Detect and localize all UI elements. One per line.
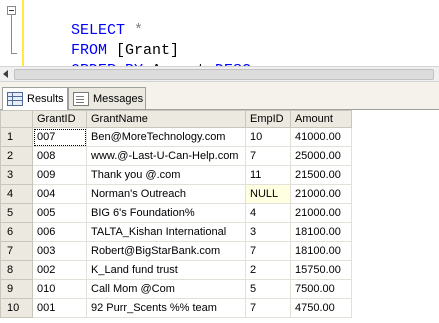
- cell-grantid[interactable]: 002: [32, 260, 87, 280]
- cell-grantname[interactable]: 92 Purr_Scents %% team: [86, 298, 246, 318]
- cell-grantid[interactable]: 001: [32, 298, 87, 318]
- cell-grantid[interactable]: 003: [32, 241, 87, 261]
- cell-grantid[interactable]: 007: [32, 127, 87, 147]
- cell-amount[interactable]: 4750.00: [290, 298, 352, 318]
- results-tabstrip: Results Messages: [0, 82, 439, 110]
- results-grid[interactable]: GrantID GrantName EmpID Amount 1 007 Ben…: [0, 110, 439, 323]
- editor-horizontal-scrollbar[interactable]: [0, 66, 439, 82]
- cell-grantname[interactable]: Norman's Outreach: [86, 184, 246, 204]
- cell-grantid[interactable]: 006: [32, 222, 87, 242]
- messages-icon: [73, 91, 89, 106]
- sql-editor[interactable]: SELECT * FROM [Grant] ORDER BY Amount DE…: [0, 0, 439, 79]
- change-margin-bar: [22, 0, 24, 66]
- cell-grantname[interactable]: K_Land fund trust: [86, 260, 246, 280]
- cell-grantname[interactable]: Robert@BigStarBank.com: [86, 241, 246, 261]
- row-number[interactable]: 9: [0, 279, 33, 299]
- column-header-empid[interactable]: EmpID: [245, 110, 291, 128]
- scrollbar-thumb[interactable]: [14, 69, 434, 80]
- row-number[interactable]: 2: [0, 146, 33, 166]
- cell-amount[interactable]: 41000.00: [290, 127, 352, 147]
- column-header-grantid[interactable]: GrantID: [32, 110, 87, 128]
- cell-amount[interactable]: 7500.00: [290, 279, 352, 299]
- table-row[interactable]: 5 005 BIG 6's Foundation% 4 21000.00: [0, 203, 352, 223]
- cell-grantname[interactable]: Ben@MoreTechnology.com: [86, 127, 246, 147]
- cell-empid-null[interactable]: NULL: [245, 184, 291, 204]
- row-number[interactable]: 1: [0, 127, 33, 147]
- header-row: GrantID GrantName EmpID Amount: [0, 110, 352, 128]
- outline-line: [11, 15, 12, 53]
- grid-icon: [7, 92, 23, 106]
- cell-amount[interactable]: 25000.00: [290, 146, 352, 166]
- table-row[interactable]: 7 003 Robert@BigStarBank.com 7 18100.00: [0, 241, 352, 261]
- cell-amount[interactable]: 15750.00: [290, 260, 352, 280]
- table-row[interactable]: 1 007 Ben@MoreTechnology.com 10 41000.00: [0, 127, 352, 147]
- tab-results-label: Results: [27, 93, 64, 105]
- cell-grantname[interactable]: TALTA_Kishan International: [86, 222, 246, 242]
- row-number[interactable]: 5: [0, 203, 33, 223]
- cell-amount[interactable]: 18100.00: [290, 241, 352, 261]
- cell-grantname[interactable]: Thank you @.com: [86, 165, 246, 185]
- cell-empid[interactable]: 7: [245, 298, 291, 318]
- cell-empid[interactable]: 7: [245, 241, 291, 261]
- cell-grantname[interactable]: www.@-Last-U-Can-Help.com: [86, 146, 246, 166]
- cell-grantid[interactable]: 005: [32, 203, 87, 223]
- scroll-left-arrow-icon[interactable]: [3, 70, 8, 78]
- corner-header[interactable]: [0, 110, 33, 128]
- cell-grantname[interactable]: Call Mom @Com: [86, 279, 246, 299]
- cell-grantid[interactable]: 008: [32, 146, 87, 166]
- table-row[interactable]: 4 004 Norman's Outreach NULL 21000.00: [0, 184, 352, 204]
- cell-grantid[interactable]: 009: [32, 165, 87, 185]
- column-header-amount[interactable]: Amount: [290, 110, 352, 128]
- tab-results[interactable]: Results: [2, 87, 68, 110]
- collapse-region-icon[interactable]: [7, 6, 16, 15]
- outline-end: [11, 53, 17, 54]
- row-number[interactable]: 4: [0, 184, 33, 204]
- cell-empid[interactable]: 11: [245, 165, 291, 185]
- tab-messages[interactable]: Messages: [68, 87, 146, 109]
- row-number[interactable]: 10: [0, 298, 33, 318]
- tab-messages-label: Messages: [93, 92, 144, 105]
- row-number[interactable]: 6: [0, 222, 33, 242]
- table-row[interactable]: 2 008 www.@-Last-U-Can-Help.com 7 25000.…: [0, 146, 352, 166]
- column-header-grantname[interactable]: GrantName: [86, 110, 246, 128]
- cell-grantid[interactable]: 004: [32, 184, 87, 204]
- cell-amount[interactable]: 18100.00: [290, 222, 352, 242]
- row-number[interactable]: 3: [0, 165, 33, 185]
- cell-empid[interactable]: 4: [245, 203, 291, 223]
- cell-empid[interactable]: 10: [245, 127, 291, 147]
- row-number[interactable]: 7: [0, 241, 33, 261]
- table-row[interactable]: 10 001 92 Purr_Scents %% team 7 4750.00: [0, 298, 352, 318]
- table-row[interactable]: 9 010 Call Mom @Com 5 7500.00: [0, 279, 352, 299]
- row-number[interactable]: 8: [0, 260, 33, 280]
- cell-grantid[interactable]: 010: [32, 279, 87, 299]
- cell-amount[interactable]: 21500.00: [290, 165, 352, 185]
- cell-amount[interactable]: 21000.00: [290, 203, 352, 223]
- results-table: GrantID GrantName EmpID Amount 1 007 Ben…: [0, 110, 352, 318]
- cell-empid[interactable]: 2: [245, 260, 291, 280]
- cell-amount[interactable]: 21000.00: [290, 184, 352, 204]
- table-row[interactable]: 6 006 TALTA_Kishan International 3 18100…: [0, 222, 352, 242]
- table-row[interactable]: 8 002 K_Land fund trust 2 15750.00: [0, 260, 352, 280]
- cell-empid[interactable]: 5: [245, 279, 291, 299]
- cell-empid[interactable]: 3: [245, 222, 291, 242]
- cell-empid[interactable]: 7: [245, 146, 291, 166]
- table-row[interactable]: 3 009 Thank you @.com 11 21500.00: [0, 165, 352, 185]
- cell-grantname[interactable]: BIG 6's Foundation%: [86, 203, 246, 223]
